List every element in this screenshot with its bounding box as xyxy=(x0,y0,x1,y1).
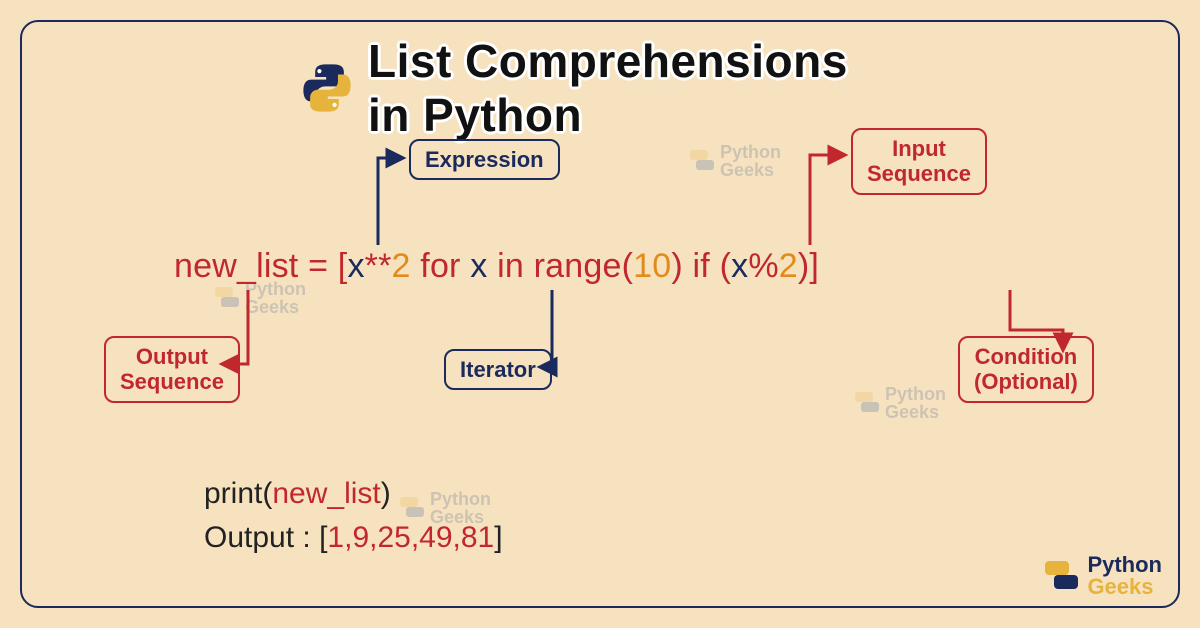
page-title: List Comprehensions in Python xyxy=(300,34,900,142)
label-iterator: Iterator xyxy=(444,349,552,390)
python-geeks-icon xyxy=(1045,561,1079,591)
label-expression: Expression xyxy=(409,139,560,180)
brand-logo: Python Geeks xyxy=(1045,554,1162,598)
python-geeks-icon xyxy=(215,287,239,309)
watermark: PythonGeeks xyxy=(855,385,946,421)
title-text: List Comprehensions in Python xyxy=(368,34,900,142)
watermark: PythonGeeks xyxy=(690,143,781,179)
label-output-sequence: Output Sequence xyxy=(104,336,240,403)
code-print-output: print(new_list) Output : [1,9,25,49,81] xyxy=(204,472,503,559)
brand-text-bottom: Geeks xyxy=(1087,576,1162,598)
python-geeks-icon xyxy=(855,392,879,414)
label-condition: Condition (Optional) xyxy=(958,336,1094,403)
python-logo-icon xyxy=(300,61,354,115)
code-comprehension: new_list = [x**2 for x in range(10) if (… xyxy=(174,247,819,286)
python-geeks-icon xyxy=(690,150,714,172)
brand-text-top: Python xyxy=(1087,554,1162,576)
label-input-sequence: Input Sequence xyxy=(851,128,987,195)
